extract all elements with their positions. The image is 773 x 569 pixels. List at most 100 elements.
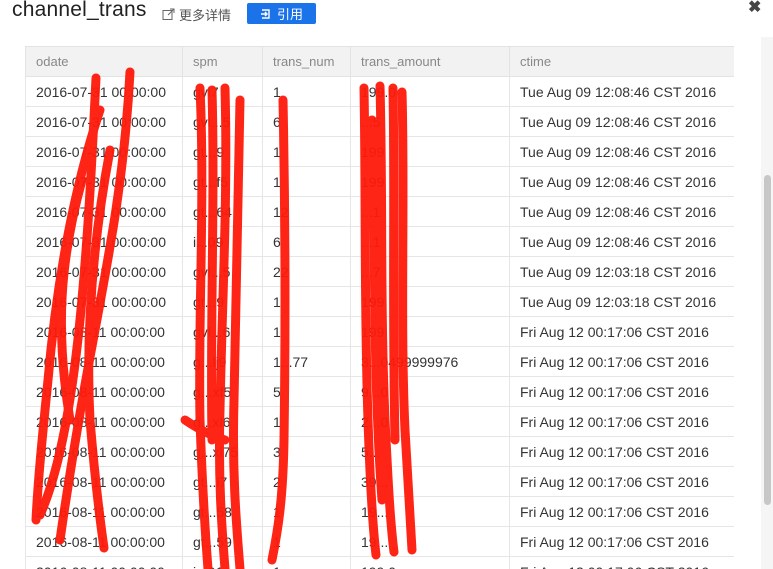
cell-trans-num: 5	[262, 376, 351, 407]
table-row[interactable]: 2016-08-11 00:00:00 g...lj9 1...77 3...0499…	[25, 346, 734, 377]
table-row[interactable]: 2016-07-31 00:00:00 gvl7 1 199.0 Tue Aug 09 …	[25, 76, 734, 107]
cell-trans-num: 1	[262, 316, 351, 347]
column-header-ctime[interactable]: ctime	[509, 46, 734, 77]
cell-spm: gvl...5	[182, 106, 263, 137]
cell-trans-amount: 39...	[350, 466, 510, 497]
table-row[interactable]: 2016-08-11 00:00:00 g...xl75 3 5... Fri Aug …	[25, 436, 734, 467]
cell-ctime: Fri Aug 12 00:17:06 CST 2016	[509, 376, 734, 407]
cell-ctime: Fri Aug 12 00:17:06 CST 2016	[509, 526, 734, 557]
cell-trans-num: 1	[262, 286, 351, 317]
table-row[interactable]: 2016-07-31 00:00:00 gt...9 1 199 Tue Aug 09 …	[25, 286, 734, 317]
table-row[interactable]: 2016-07-31 00:00:00 gt...f5 1 199 Tue Aug 09…	[25, 166, 734, 197]
cell-trans-amount: 199	[350, 316, 510, 347]
cell-odate: 2016-08-11 00:00:00	[25, 406, 183, 437]
cell-trans-num: 2	[262, 466, 351, 497]
cell-spm: g...xl6	[182, 406, 263, 437]
cell-odate: 2016-07-31 00:00:00	[25, 286, 183, 317]
cell-ctime: Tue Aug 09 12:03:18 CST 2016	[509, 286, 734, 317]
cell-spm: g...xl75	[182, 436, 263, 467]
cell-trans-amount: ...1	[350, 226, 510, 257]
cell-trans-num: 1	[262, 166, 351, 197]
cell-odate: 2016-08-11 00:00:00	[25, 316, 183, 347]
table-header-row: odate spm trans_num trans_amount ctime	[25, 46, 734, 77]
cell-spm: gvl...5	[182, 256, 263, 287]
data-table-container: odate spm trans_num trans_amount ctime 2…	[25, 46, 734, 569]
cell-spm: gt...9	[182, 136, 263, 167]
cell-trans-amount: 19...	[350, 496, 510, 527]
cell-ctime: Fri Aug 12 00:17:06 CST 2016	[509, 436, 734, 467]
cell-trans-amount: ...7	[350, 256, 510, 287]
cell-ctime: Fri Aug 12 00:17:06 CST 2016	[509, 496, 734, 527]
cell-trans-num: 22	[262, 256, 351, 287]
page-title: channel_trans	[12, 0, 147, 21]
cell-trans-amount: 3...0499999976	[350, 346, 510, 377]
cell-trans-amount: 199	[350, 136, 510, 167]
cell-trans-amount: ...5	[350, 106, 510, 137]
cell-odate: 2016-08-11 00:00:00	[25, 556, 183, 569]
table-row[interactable]: 2016-08-11 00:00:00 gt...58 1 19... Fri Aug …	[25, 496, 734, 527]
more-details-link[interactable]: 更多详情	[162, 5, 231, 24]
cell-trans-num: 1	[262, 136, 351, 167]
cell-odate: 2016-08-11 00:00:00	[25, 346, 183, 377]
column-header-trans-num[interactable]: trans_num	[262, 46, 351, 77]
table-row[interactable]: 2016-07-31 00:00:00 gt...9 1 199 Tue Aug 09 …	[25, 136, 734, 167]
table-row[interactable]: 2016-07-31 00:00:00 gt...64 12 ...1 Tue Aug …	[25, 196, 734, 227]
cell-odate: 2016-07-31 00:00:00	[25, 196, 183, 227]
cell-ctime: Tue Aug 09 12:08:46 CST 2016	[509, 106, 734, 137]
cell-odate: 2016-08-11 00:00:00	[25, 466, 183, 497]
column-header-spm[interactable]: spm	[182, 46, 263, 77]
table-row[interactable]: 2016-07-31 00:00:00 gvl...5 6 ...5 Tue Aug 0…	[25, 106, 734, 137]
panel-header: channel_trans 更多详情 引用 ✖	[0, 0, 773, 30]
cell-trans-num: 6	[262, 226, 351, 257]
cell-odate: 2016-07-31 00:00:00	[25, 76, 183, 107]
scrollbar-thumb[interactable]	[764, 175, 771, 505]
cell-ctime: Fri Aug 12 00:17:06 CST 2016	[509, 556, 734, 569]
table-row[interactable]: 2016-08-11 00:00:00i...011199.0Fri Aug 1…	[25, 556, 734, 569]
cell-odate: 2016-08-11 00:00:00	[25, 376, 183, 407]
reference-label: 引用	[276, 7, 303, 22]
cell-spm: gvl...6	[182, 316, 263, 347]
cell-spm: gt...59	[182, 526, 263, 557]
table-row[interactable]: 2016-08-11 00:00:00 g...xf5 5 9...0 Fri Aug …	[25, 376, 734, 407]
cell-trans-num: 3	[262, 436, 351, 467]
cell-spm: gt...l7	[182, 466, 263, 497]
cell-ctime: Tue Aug 09 12:08:46 CST 2016	[509, 226, 734, 257]
cell-trans-amount: 2...0	[350, 406, 510, 437]
column-header-trans-amount[interactable]: trans_amount	[350, 46, 510, 77]
table-row[interactable]: 2016-08-11 00:00:00 gt...59 1 19... Fri Aug …	[25, 526, 734, 557]
cell-trans-num: 1	[262, 526, 351, 557]
cell-trans-num: 1	[262, 496, 351, 527]
table-row[interactable]: 2016-07-31 00:00:00 gvl...5 22 ...7 Tue Aug …	[25, 256, 734, 287]
cell-trans-num: 1...77	[262, 346, 351, 377]
cell-ctime: Fri Aug 12 00:17:06 CST 2016	[509, 346, 734, 377]
cell-trans-amount: ...1	[350, 196, 510, 227]
cell-trans-num: 1	[262, 406, 351, 437]
cell-spm: g...lj9	[182, 346, 263, 377]
cell-trans-amount: 199.0	[350, 556, 510, 569]
cell-trans-amount: 9...0	[350, 376, 510, 407]
cell-ctime: Tue Aug 09 12:03:18 CST 2016	[509, 256, 734, 287]
more-details-label: 更多详情	[179, 8, 232, 23]
reference-button[interactable]: 引用	[247, 3, 316, 24]
table-row[interactable]: 2016-08-11 00:00:00 gvl...6 1 199 Fri Aug 12…	[25, 316, 734, 347]
cell-trans-amount: 199	[350, 286, 510, 317]
cell-trans-amount: 199.0	[350, 76, 510, 107]
cell-ctime: Tue Aug 09 12:08:46 CST 2016	[509, 76, 734, 107]
data-table: odate spm trans_num trans_amount ctime 2…	[25, 46, 734, 569]
cell-spm: gt...58	[182, 496, 263, 527]
cell-odate: 2016-08-11 00:00:00	[25, 526, 183, 557]
cell-spm: gt...f5	[182, 166, 263, 197]
column-header-odate[interactable]: odate	[25, 46, 183, 77]
cell-spm: gt...64	[182, 196, 263, 227]
close-icon[interactable]: ✖	[748, 0, 761, 17]
table-row[interactable]: 2016-07-31 00:00:00 i...09 6 ...1 Tue Aug 09…	[25, 226, 734, 257]
cell-trans-num: 1	[262, 556, 351, 569]
cell-ctime: Fri Aug 12 00:17:06 CST 2016	[509, 466, 734, 497]
reference-icon	[260, 8, 270, 19]
cell-trans-amount: 199	[350, 166, 510, 197]
cell-trans-amount: 19...	[350, 526, 510, 557]
table-row[interactable]: 2016-08-11 00:00:00 gt...l7 2 39... Fri Aug …	[25, 466, 734, 497]
table-row[interactable]: 2016-08-11 00:00:00 g...xl6 1 2...0 Fri Aug …	[25, 406, 734, 437]
cell-spm: i...09	[182, 226, 263, 257]
cell-trans-num: 6	[262, 106, 351, 137]
